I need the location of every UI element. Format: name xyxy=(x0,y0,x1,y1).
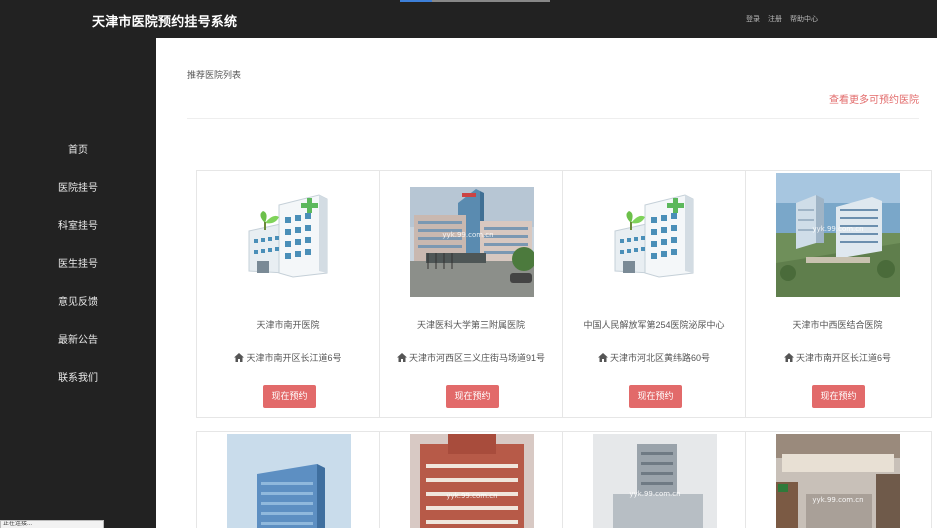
hospital-address: 天津市河西区三义庄街马场道91号 xyxy=(380,351,562,364)
hospital-card: 中国人民解放军第254医院泌尿中心 天津市河北区黄纬路60号 现在预约 xyxy=(563,171,746,417)
hospital-address-text: 天津市河西区三义庄街马场道91号 xyxy=(408,353,545,363)
hospital-address-text: 天津市南开区长江道6号 xyxy=(246,353,342,363)
hospital-card: yyk.99.com.cn 天津市中西医结合医院 天津市南开区长江道6号 现在预… xyxy=(746,171,929,417)
sidebar-item-feedback[interactable]: 意见反馈 xyxy=(0,293,156,308)
book-now-button[interactable]: 现在预约 xyxy=(446,385,499,408)
hospital-card: yyk.99.com.cn 天津医科大学第三附属医院 天津市河西区三义庄街马场道… xyxy=(380,171,563,417)
hospital-address: 天津市南开区长江道6号 xyxy=(746,351,929,364)
home-icon xyxy=(234,353,245,362)
book-now-button[interactable]: 现在预约 xyxy=(812,385,865,408)
hospital-grid-second-row: yyk.99.com.cn yyk.99.com.cn yyk.99.com.c… xyxy=(196,431,932,528)
more-hospitals-link[interactable]: 查看更多可预约医院 xyxy=(829,91,919,106)
section-divider xyxy=(187,118,919,119)
top-navbar: 天津市医院预约挂号系统 登录 注册 帮助中心 xyxy=(0,0,937,38)
watermark: yyk.99.com.cn xyxy=(629,490,680,498)
watermark: yyk.99.com.cn xyxy=(812,496,863,504)
home-icon xyxy=(396,353,407,362)
section-title: 推荐医院列表 xyxy=(187,70,242,80)
hospital-address: 天津市河北区黄纬路60号 xyxy=(563,351,745,364)
sidebar-item-doctor-booking[interactable]: 医生挂号 xyxy=(0,255,156,270)
hospital-gate-photo[interactable]: yyk.99.com.cn xyxy=(776,434,900,528)
hospital-grid: 天津市南开医院 天津市南开区长江道6号 现在预约 yyk.99.com.cn 天… xyxy=(196,170,932,418)
sidebar-item-home[interactable]: 首页 xyxy=(0,141,156,156)
hospital-brick-photo[interactable]: yyk.99.com.cn xyxy=(410,434,534,528)
watermark: yyk.99.com.cn xyxy=(446,492,497,500)
hospital-address-text: 天津市河北区黄纬路60号 xyxy=(609,353,710,363)
help-center-link[interactable]: 帮助中心 xyxy=(790,14,818,24)
browser-status-bar: 正在连接... xyxy=(0,520,104,528)
watermark: yyk.99.com.cn xyxy=(812,225,863,233)
sidebar-item-department-booking[interactable]: 科室挂号 xyxy=(0,217,156,232)
book-now-button[interactable]: 现在预约 xyxy=(629,385,682,408)
topbar-accent-secondary xyxy=(432,0,550,2)
hospital-card: yyk.99.com.cn xyxy=(563,432,746,528)
sidebar: 首页 医院挂号 科室挂号 医生挂号 意见反馈 最新公告 联系我们 xyxy=(0,38,156,528)
hospital-building-icon[interactable] xyxy=(593,173,717,297)
hospital-card xyxy=(197,432,380,528)
hospital-aerial-photo[interactable]: yyk.99.com.cn xyxy=(776,173,900,297)
home-icon xyxy=(597,353,608,362)
top-links: 登录 注册 帮助中心 xyxy=(746,14,818,24)
hospital-photo[interactable]: yyk.99.com.cn xyxy=(410,173,534,297)
hospital-card: yyk.99.com.cn xyxy=(380,432,563,528)
hospital-gray-tower-photo[interactable]: yyk.99.com.cn xyxy=(593,434,717,528)
hospital-address: 天津市南开区长江道6号 xyxy=(197,351,379,364)
sidebar-item-announcements[interactable]: 最新公告 xyxy=(0,331,156,346)
login-link[interactable]: 登录 xyxy=(746,14,760,24)
hospital-building-icon[interactable] xyxy=(227,173,351,297)
watermark: yyk.99.com.cn xyxy=(442,231,493,239)
home-icon xyxy=(783,353,794,362)
hospital-address-text: 天津市南开区长江道6号 xyxy=(795,353,891,363)
hospital-name[interactable]: 天津医科大学第三附属医院 xyxy=(380,318,562,331)
topbar-accent xyxy=(400,0,432,2)
hospital-name[interactable]: 天津市中西医结合医院 xyxy=(746,318,929,331)
book-now-button[interactable]: 现在预约 xyxy=(263,385,316,408)
hospital-name[interactable]: 天津市南开医院 xyxy=(197,318,379,331)
hospital-card: 天津市南开医院 天津市南开区长江道6号 现在预约 xyxy=(197,171,380,417)
hospital-tower-photo[interactable] xyxy=(227,434,351,528)
sidebar-item-contact[interactable]: 联系我们 xyxy=(0,369,156,384)
site-brand[interactable]: 天津市医院预约挂号系统 xyxy=(92,11,237,30)
register-link[interactable]: 注册 xyxy=(768,14,782,24)
hospital-card: yyk.99.com.cn xyxy=(746,432,929,528)
hospital-name[interactable]: 中国人民解放军第254医院泌尿中心 xyxy=(563,318,745,331)
sidebar-item-hospital-booking[interactable]: 医院挂号 xyxy=(0,179,156,194)
